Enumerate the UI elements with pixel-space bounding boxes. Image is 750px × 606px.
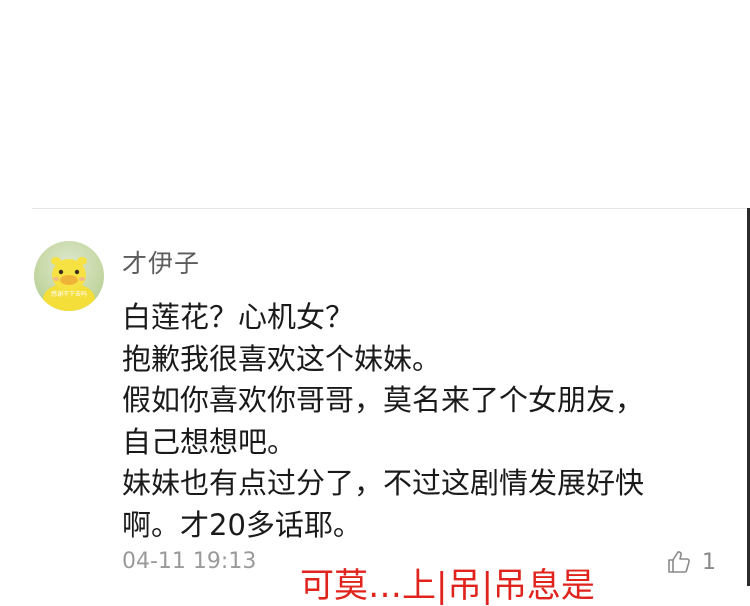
overlay-caption: 可莫…上|吊|吊息是 <box>300 566 595 606</box>
comment-item: 感谢不下去吗 才伊子 白莲花？心机女？ 抱歉我很喜欢这个妹妹。 假如你喜欢你哥哥… <box>0 209 745 586</box>
comment-timestamp: 04-11 19:13 <box>122 549 257 574</box>
comment-line: 抱歉我很喜欢这个妹妹。 <box>122 341 442 376</box>
avatar[interactable]: 感谢不下去吗 <box>34 241 104 311</box>
yellow-duck-avatar-icon <box>43 257 95 311</box>
comment-line: 啊。才20多话耶。 <box>122 507 362 542</box>
thumbs-up-icon <box>668 551 690 573</box>
avatar-caption: 感谢不下去吗 <box>50 291 87 298</box>
comment-line: 妹妹也有点过分了，不过这剧情发展好快 <box>122 466 645 500</box>
like-count: 1 <box>702 549 716 575</box>
comment-line: 自己想想吧。 <box>122 424 297 459</box>
comment-body: 白莲花？心机女？ 抱歉我很喜欢这个妹妹。 假如你喜欢你哥哥，莫名来了个女朋友， … <box>122 297 732 546</box>
comment-line: 假如你喜欢你哥哥，莫名来了个女朋友， <box>122 383 645 417</box>
like-button[interactable]: 1 <box>666 547 716 577</box>
comment-line: 白莲花？心机女？ <box>122 300 355 334</box>
username[interactable]: 才伊子 <box>122 244 200 280</box>
